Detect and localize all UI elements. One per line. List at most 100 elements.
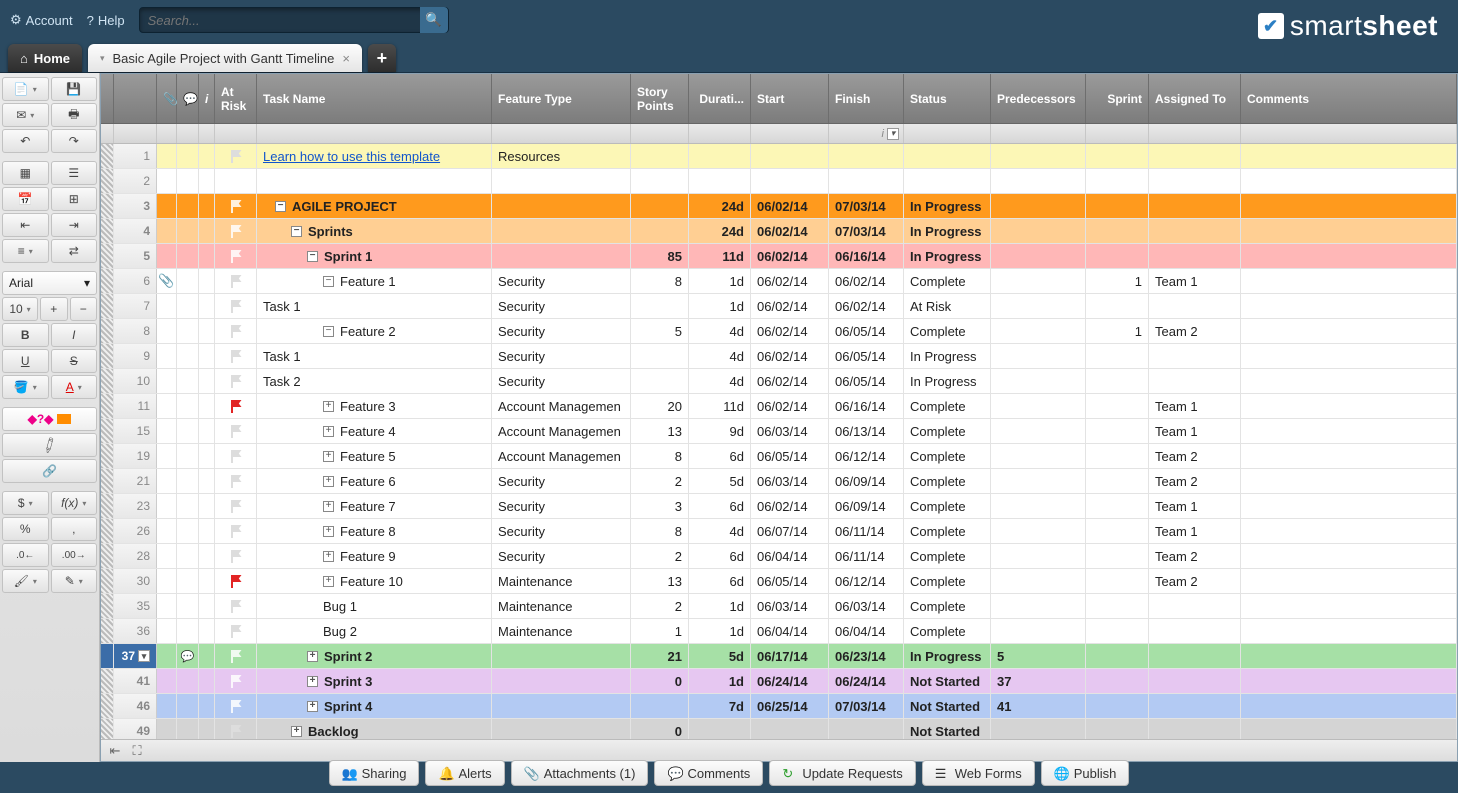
table-row[interactable]: 10Task 2Security4d06/02/1406/05/14In Pro…: [101, 369, 1457, 394]
comments-cell[interactable]: [1241, 494, 1457, 518]
col-finish[interactable]: Finish: [829, 74, 904, 123]
at-risk-cell[interactable]: [215, 694, 257, 718]
status-cell[interactable]: Complete: [904, 594, 991, 618]
task-name-cell[interactable]: +Feature 3: [257, 394, 492, 418]
attachment-cell[interactable]: [157, 419, 177, 443]
assigned-to-cell[interactable]: Team 1: [1149, 394, 1241, 418]
bold-button[interactable]: B: [2, 323, 49, 347]
col-story-points[interactable]: Story Points: [631, 74, 689, 123]
comments-button[interactable]: 💬Comments: [654, 760, 763, 786]
predecessors-cell[interactable]: 37: [991, 669, 1086, 693]
table-row[interactable]: 9Task 1Security4d06/02/1406/05/14In Prog…: [101, 344, 1457, 369]
start-cell[interactable]: [751, 144, 829, 168]
row-handle[interactable]: [101, 169, 114, 193]
status-cell[interactable]: [904, 144, 991, 168]
finish-cell[interactable]: 06/24/14: [829, 669, 904, 693]
expand-icon[interactable]: +: [323, 551, 334, 562]
duration-cell[interactable]: 11d: [689, 244, 751, 268]
feature-type-cell[interactable]: Maintenance: [492, 619, 631, 643]
comments-cell[interactable]: [1241, 144, 1457, 168]
row-number[interactable]: 6: [114, 269, 157, 293]
attachment-cell[interactable]: [157, 594, 177, 618]
row-handle[interactable]: [101, 619, 114, 643]
start-cell[interactable]: 06/17/14: [751, 644, 829, 668]
predecessors-cell[interactable]: [991, 219, 1086, 243]
table-row[interactable]: 5−Sprint 18511d06/02/1406/16/14In Progre…: [101, 244, 1457, 269]
status-cell[interactable]: Not Started: [904, 719, 991, 739]
status-cell[interactable]: Complete: [904, 319, 991, 343]
expand-icon[interactable]: +: [323, 426, 334, 437]
at-risk-cell[interactable]: [215, 719, 257, 739]
predecessors-cell[interactable]: [991, 419, 1086, 443]
task-name-cell[interactable]: −Sprint 1: [257, 244, 492, 268]
row-handle[interactable]: [101, 694, 114, 718]
gantt-view-button[interactable]: ☰: [51, 161, 98, 185]
sprint-cell[interactable]: [1086, 694, 1149, 718]
finish-cell[interactable]: 06/16/14: [829, 394, 904, 418]
row-number[interactable]: 41: [114, 669, 157, 693]
search-input[interactable]: [140, 13, 420, 28]
attachment-cell[interactable]: [157, 244, 177, 268]
discussion-cell[interactable]: [177, 269, 199, 293]
start-cell[interactable]: 06/03/14: [751, 469, 829, 493]
feature-type-cell[interactable]: [492, 244, 631, 268]
font-decrease-button[interactable]: −: [70, 297, 98, 321]
search-button[interactable]: 🔍: [420, 7, 448, 33]
start-cell[interactable]: 06/02/14: [751, 369, 829, 393]
row-handle[interactable]: [101, 544, 114, 568]
col-assigned-to[interactable]: Assigned To: [1149, 74, 1241, 123]
status-cell[interactable]: In Progress: [904, 644, 991, 668]
predecessors-cell[interactable]: [991, 269, 1086, 293]
start-cell[interactable]: 06/02/14: [751, 494, 829, 518]
row-handle[interactable]: [101, 294, 114, 318]
sprint-cell[interactable]: [1086, 544, 1149, 568]
task-name-cell[interactable]: +Backlog: [257, 719, 492, 739]
row-number[interactable]: 1: [114, 144, 157, 168]
expand-icon[interactable]: +: [323, 526, 334, 537]
comments-cell[interactable]: [1241, 644, 1457, 668]
task-name-cell[interactable]: +Feature 9: [257, 544, 492, 568]
finish-cell[interactable]: 06/12/14: [829, 444, 904, 468]
predecessors-cell[interactable]: [991, 244, 1086, 268]
attachment-cell[interactable]: [157, 569, 177, 593]
col-status[interactable]: Status: [904, 74, 991, 123]
tab-new[interactable]: +: [368, 44, 396, 72]
predecessors-cell[interactable]: [991, 544, 1086, 568]
discussion-cell[interactable]: [177, 144, 199, 168]
discussion-cell[interactable]: [177, 519, 199, 543]
start-cell[interactable]: 06/02/14: [751, 194, 829, 218]
feature-type-cell[interactable]: Security: [492, 344, 631, 368]
row-handle[interactable]: [101, 669, 114, 693]
sprint-cell[interactable]: [1086, 194, 1149, 218]
start-cell[interactable]: 06/02/14: [751, 269, 829, 293]
finish-cell[interactable]: 06/02/14: [829, 269, 904, 293]
status-cell[interactable]: Complete: [904, 494, 991, 518]
row-number[interactable]: 11: [114, 394, 157, 418]
duration-cell[interactable]: 4d: [689, 344, 751, 368]
feature-type-cell[interactable]: [492, 219, 631, 243]
table-row[interactable]: 15+Feature 4Account Managemen139d06/03/1…: [101, 419, 1457, 444]
row-handle[interactable]: [101, 494, 114, 518]
assigned-to-cell[interactable]: Team 2: [1149, 319, 1241, 343]
indent-button[interactable]: ⇥: [51, 213, 98, 237]
task-name-cell[interactable]: Bug 1: [257, 594, 492, 618]
sprint-cell[interactable]: [1086, 494, 1149, 518]
comments-cell[interactable]: [1241, 419, 1457, 443]
start-cell[interactable]: 06/02/14: [751, 244, 829, 268]
story-points-cell[interactable]: 8: [631, 444, 689, 468]
discussion-cell[interactable]: [177, 294, 199, 318]
assigned-to-cell[interactable]: Team 1: [1149, 494, 1241, 518]
predecessors-cell[interactable]: [991, 569, 1086, 593]
predecessors-cell[interactable]: [991, 144, 1086, 168]
feature-type-cell[interactable]: [492, 669, 631, 693]
publish-button[interactable]: 🌐Publish: [1041, 760, 1130, 786]
row-number[interactable]: 23: [114, 494, 157, 518]
grid-body[interactable]: 1Learn how to use this templateResources…: [101, 144, 1457, 739]
comments-cell[interactable]: [1241, 519, 1457, 543]
row-number[interactable]: 2: [114, 169, 157, 193]
story-points-cell[interactable]: 3: [631, 494, 689, 518]
table-row[interactable]: 19+Feature 5Account Managemen86d06/05/14…: [101, 444, 1457, 469]
task-name-cell[interactable]: −Sprints: [257, 219, 492, 243]
at-risk-cell[interactable]: [215, 669, 257, 693]
feature-type-cell[interactable]: Maintenance: [492, 569, 631, 593]
